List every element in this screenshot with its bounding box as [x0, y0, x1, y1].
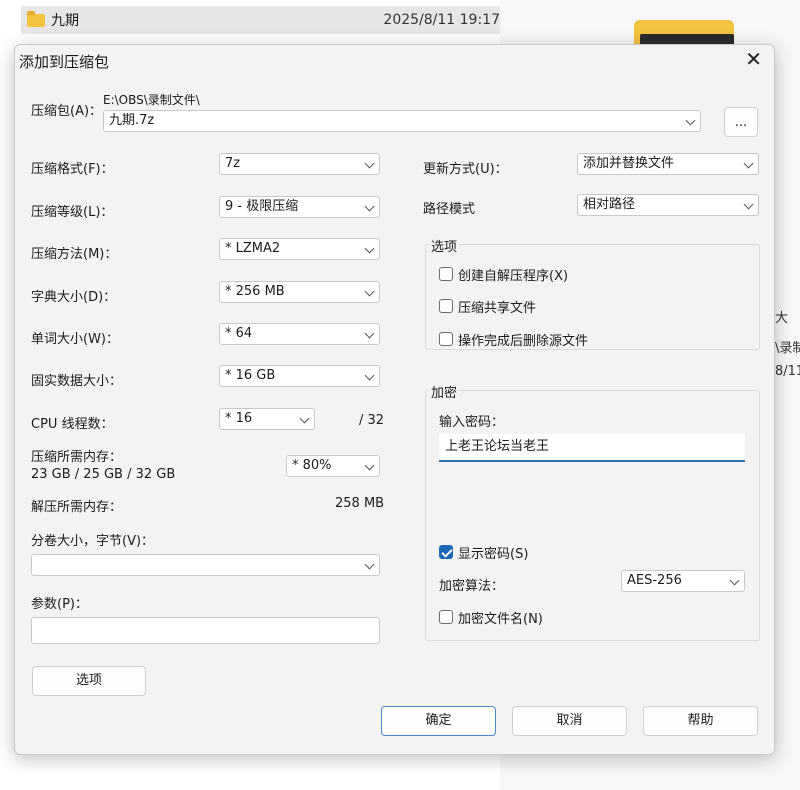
- chevron-down-icon: [743, 158, 754, 169]
- chevron-down-icon: [685, 115, 696, 126]
- background-side-text: \录制: [775, 341, 800, 356]
- archive-name-value: 九期.7z: [109, 113, 155, 128]
- chevron-down-icon: [729, 575, 740, 586]
- level-value: 9 - 极限压缩: [225, 199, 299, 214]
- chevron-down-icon: [364, 370, 375, 381]
- path-mode-select[interactable]: 相对路径: [577, 194, 759, 216]
- background-side-text: 大: [775, 311, 789, 326]
- add-to-archive-dialog: 添加到压缩包 ✕ 压缩包(A)： E:\OBS\录制文件\ 九期.7z ... …: [14, 44, 775, 755]
- dict-select[interactable]: * 256 MB: [219, 281, 380, 303]
- solid-value: * 16 GB: [225, 368, 276, 383]
- dict-value: * 256 MB: [225, 284, 285, 299]
- split-size-combo[interactable]: [31, 554, 380, 576]
- password-input[interactable]: 上老王论坛当老王: [439, 434, 745, 462]
- chevron-down-icon: [364, 158, 375, 169]
- options-group-title: 选项: [429, 236, 460, 255]
- shared-files-checkbox[interactable]: [439, 299, 453, 313]
- encrypt-filenames-checkbox[interactable]: [439, 610, 453, 624]
- chevron-down-icon: [364, 243, 375, 254]
- format-label: 压缩格式(F)：: [31, 162, 114, 177]
- password-label: 输入密码：: [439, 415, 505, 430]
- level-label: 压缩等级(L)：: [31, 205, 114, 220]
- background-side-text: 8/11: [775, 364, 800, 379]
- shared-files-label: 压缩共享文件: [458, 301, 537, 316]
- threads-select[interactable]: * 16: [219, 408, 315, 430]
- ok-button[interactable]: 确定: [381, 706, 496, 736]
- chevron-down-icon: [364, 460, 375, 471]
- encrypt-filenames-label: 加密文件名(N): [458, 612, 543, 627]
- level-select[interactable]: 9 - 极限压缩: [219, 196, 380, 218]
- delete-after-checkbox[interactable]: [439, 332, 453, 346]
- memory-percent-select[interactable]: * 80%: [286, 455, 380, 477]
- word-label: 单词大小(W)：: [31, 332, 119, 347]
- update-mode-label: 更新方式(U)：: [423, 162, 508, 177]
- word-value: * 64: [225, 326, 253, 341]
- show-password-checkbox[interactable]: [439, 545, 453, 559]
- delete-after-label: 操作完成后删除源文件: [458, 334, 589, 349]
- file-date: 2025/8/11 19:17: [383, 12, 500, 28]
- solid-select[interactable]: * 16 GB: [219, 365, 380, 387]
- memory-values: 23 GB / 25 GB / 32 GB: [31, 467, 176, 482]
- show-password-label: 显示密码(S): [458, 547, 529, 562]
- file-list-row[interactable]: 九期 2025/8/11 19:17: [21, 6, 500, 34]
- path-mode-label: 路径模式: [423, 202, 476, 217]
- close-icon[interactable]: ✕: [745, 47, 762, 71]
- word-select[interactable]: * 64: [219, 323, 380, 345]
- chevron-down-icon: [299, 413, 310, 424]
- decompress-memory-value: 258 MB: [335, 496, 385, 511]
- decompress-memory-label: 解压所需内存：: [31, 500, 123, 515]
- sfx-checkbox[interactable]: [439, 267, 453, 281]
- threads-max: / 32: [359, 413, 385, 428]
- archive-path: E:\OBS\录制文件\: [103, 93, 200, 107]
- options-button[interactable]: 选项: [32, 666, 146, 696]
- split-label: 分卷大小，字节(V)：: [31, 534, 155, 549]
- params-label: 参数(P)：: [31, 597, 88, 612]
- cancel-button[interactable]: 取消: [512, 706, 627, 736]
- dialog-title: 添加到压缩包: [19, 53, 110, 71]
- threads-value: * 16: [225, 411, 253, 426]
- archive-label: 压缩包(A)：: [31, 104, 103, 119]
- chevron-down-icon: [364, 559, 375, 570]
- chevron-down-icon: [743, 199, 754, 210]
- method-value: * LZMA2: [225, 241, 281, 256]
- update-mode-value: 添加并替换文件: [583, 156, 675, 171]
- encryption-method-value: AES-256: [627, 573, 682, 588]
- browse-button[interactable]: ...: [724, 107, 758, 137]
- folder-icon: [27, 10, 45, 27]
- encryption-method-select[interactable]: AES-256: [621, 570, 745, 592]
- chevron-down-icon: [364, 286, 375, 297]
- update-mode-select[interactable]: 添加并替换文件: [577, 153, 759, 175]
- help-button[interactable]: 帮助: [643, 706, 758, 736]
- memory-percent-value: * 80%: [292, 458, 332, 473]
- sfx-label: 创建自解压程序(X): [458, 269, 569, 284]
- method-label: 压缩方法(M)：: [31, 247, 118, 262]
- archive-name-combo[interactable]: 九期.7z: [103, 110, 701, 132]
- encryption-group-title: 加密: [429, 382, 460, 401]
- params-input[interactable]: [31, 617, 380, 644]
- dict-label: 字典大小(D)：: [31, 290, 117, 305]
- chevron-down-icon: [364, 201, 375, 212]
- threads-label: CPU 线程数：: [31, 417, 114, 432]
- chevron-down-icon: [364, 328, 375, 339]
- memory-label: 压缩所需内存：: [31, 450, 123, 465]
- solid-label: 固实数据大小：: [31, 374, 123, 389]
- method-select[interactable]: * LZMA2: [219, 238, 380, 260]
- encryption-method-label: 加密算法：: [439, 579, 505, 594]
- path-mode-value: 相对路径: [583, 197, 636, 212]
- format-value: 7z: [225, 156, 241, 171]
- format-select[interactable]: 7z: [219, 153, 380, 175]
- file-name: 九期: [51, 13, 79, 29]
